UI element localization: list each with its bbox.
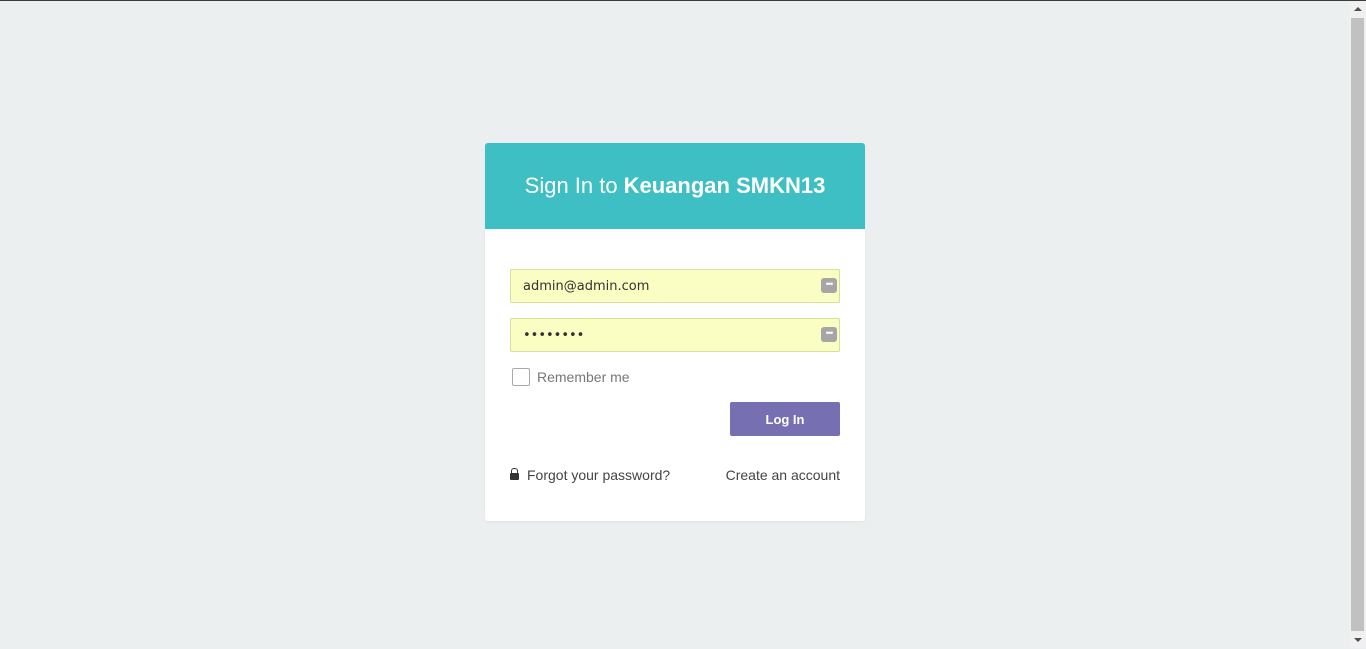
password-input[interactable] bbox=[511, 319, 811, 351]
login-title-prefix: Sign In to bbox=[524, 173, 618, 198]
create-account-link[interactable]: Create an account bbox=[726, 467, 840, 483]
forgot-password-label: Forgot your password? bbox=[527, 467, 671, 483]
login-footer: Forgot your password? Create an account bbox=[510, 467, 840, 483]
password-field[interactable]: ••• bbox=[510, 318, 840, 352]
remember-me-label: Remember me bbox=[537, 369, 630, 385]
login-title-brand: Keuangan SMKN13 bbox=[623, 173, 826, 198]
scroll-down-arrow-icon[interactable] bbox=[1354, 638, 1362, 642]
email-input[interactable] bbox=[511, 270, 811, 302]
remember-me[interactable]: Remember me bbox=[512, 368, 630, 386]
scroll-up-arrow-icon[interactable] bbox=[1354, 7, 1362, 11]
login-card: Sign In to Keuangan SMKN13 ••• ••• Remem… bbox=[485, 143, 865, 521]
page-background: Sign In to Keuangan SMKN13 ••• ••• Remem… bbox=[0, 1, 1349, 648]
email-field[interactable]: ••• bbox=[510, 269, 840, 303]
password-manager-icon[interactable]: ••• bbox=[821, 327, 837, 342]
vertical-scrollbar[interactable] bbox=[1349, 1, 1366, 648]
scrollbar-thumb[interactable] bbox=[1351, 18, 1364, 631]
password-manager-icon[interactable]: ••• bbox=[821, 278, 837, 293]
login-button[interactable]: Log In bbox=[730, 402, 840, 436]
remember-me-checkbox[interactable] bbox=[512, 368, 530, 386]
forgot-password-link[interactable]: Forgot your password? bbox=[510, 467, 670, 483]
login-header: Sign In to Keuangan SMKN13 bbox=[485, 143, 865, 229]
lock-icon bbox=[510, 468, 519, 480]
